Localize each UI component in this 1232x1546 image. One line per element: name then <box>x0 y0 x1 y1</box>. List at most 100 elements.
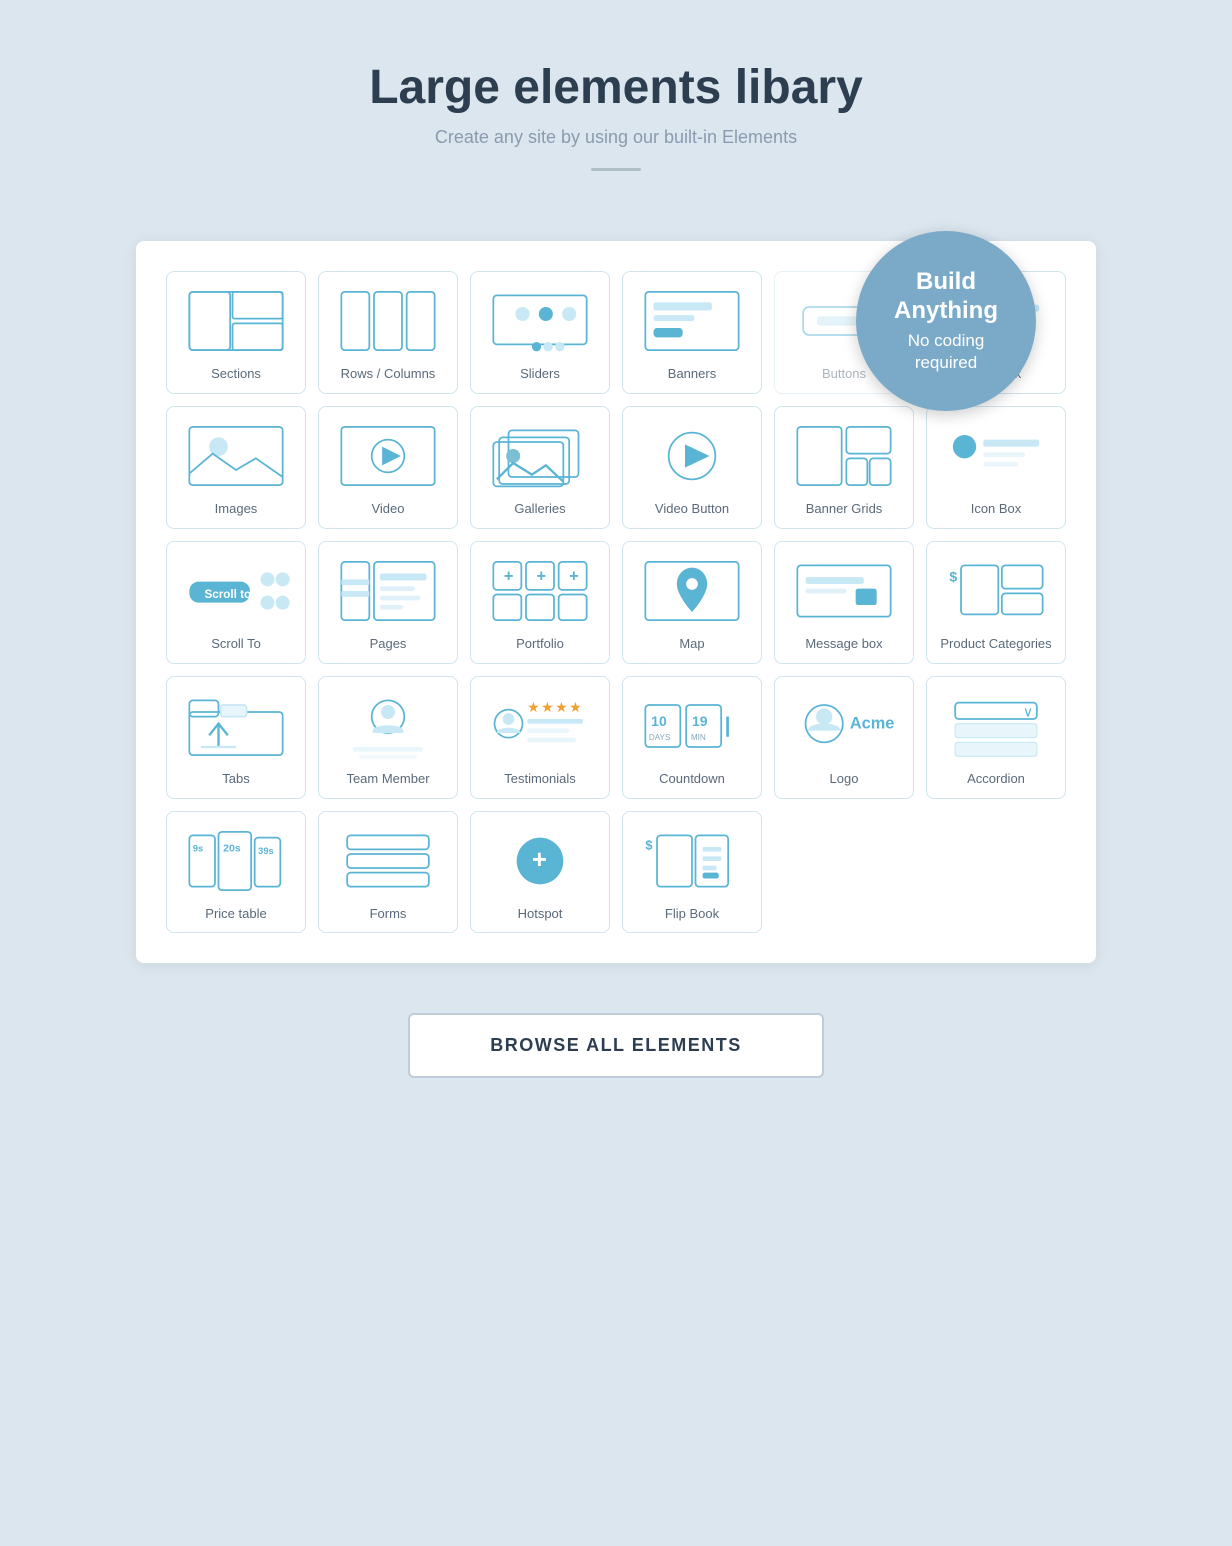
video-button-label: Video Button <box>655 501 729 518</box>
svg-text:$: $ <box>645 837 652 852</box>
element-video[interactable]: Video <box>318 406 458 529</box>
badge-line1: BuildAnything <box>894 268 998 326</box>
portfolio-label: Portfolio <box>516 636 564 653</box>
svg-text:20s: 20s <box>223 842 241 854</box>
svg-text:+: + <box>569 567 579 585</box>
tabs-label: Tabs <box>222 771 249 788</box>
element-forms[interactable]: Forms <box>318 811 458 934</box>
testimonials-icon: ★ ★ ★ ★ <box>481 691 599 761</box>
forms-label: Forms <box>370 906 407 923</box>
element-testimonials[interactable]: ★ ★ ★ ★ Testimonials <box>470 676 610 799</box>
svg-text:Scroll to: Scroll to <box>205 588 252 601</box>
element-banners[interactable]: Banners <box>622 271 762 394</box>
element-logo[interactable]: Acme Logo <box>774 676 914 799</box>
element-sliders[interactable]: Sliders <box>470 271 610 394</box>
element-sections[interactable]: Sections <box>166 271 306 394</box>
pages-label: Pages <box>370 636 407 653</box>
sections-icon <box>177 286 295 356</box>
rows-columns-icon <box>329 286 447 356</box>
page-header: Large elements libary Create any site by… <box>369 60 863 201</box>
element-video-button[interactable]: Video Button <box>622 406 762 529</box>
element-icon-box-2[interactable]: Icon Box <box>926 406 1066 529</box>
countdown-label: Countdown <box>659 771 725 788</box>
testimonials-label: Testimonials <box>504 771 576 788</box>
badge-line2: No codingrequired <box>908 330 985 374</box>
element-countdown[interactable]: 10 DAYS 19 MIN | Countdown <box>622 676 762 799</box>
library-container: BuildAnything No codingrequired Sections <box>136 241 1096 963</box>
pages-icon <box>329 556 447 626</box>
accordion-icon: ∨ <box>937 691 1055 761</box>
element-rows-columns[interactable]: Rows / Columns <box>318 271 458 394</box>
svg-text:★: ★ <box>541 699 554 715</box>
svg-text:DAYS: DAYS <box>649 733 671 742</box>
svg-text:9s: 9s <box>193 843 203 853</box>
element-map[interactable]: Map <box>622 541 762 664</box>
svg-text:★: ★ <box>569 699 582 715</box>
svg-text:+: + <box>532 846 547 874</box>
flip-book-label: Flip Book <box>665 906 719 923</box>
scroll-to-icon: Scroll to <box>177 556 295 626</box>
element-product-categories[interactable]: $ Product Categories <box>926 541 1066 664</box>
team-member-icon <box>329 691 447 761</box>
svg-text:+: + <box>504 567 514 585</box>
svg-text:★: ★ <box>527 699 540 715</box>
element-galleries[interactable]: Galleries <box>470 406 610 529</box>
product-categories-icon: $ <box>937 556 1055 626</box>
price-table-label: Price table <box>205 906 266 923</box>
video-label: Video <box>371 501 404 518</box>
logo-icon: Acme <box>785 691 903 761</box>
banners-label: Banners <box>668 366 716 383</box>
icon-box-2-icon <box>937 421 1055 491</box>
element-banner-grids[interactable]: Banner Grids <box>774 406 914 529</box>
sections-label: Sections <box>211 366 261 383</box>
forms-icon <box>329 826 447 896</box>
build-badge: BuildAnything No codingrequired <box>856 231 1036 411</box>
hotspot-label: Hotspot <box>518 906 563 923</box>
browse-btn-wrap: BROWSE ALL ELEMENTS <box>20 1013 1212 1078</box>
element-message-box[interactable]: Message box <box>774 541 914 664</box>
svg-text:10: 10 <box>651 713 667 729</box>
element-scroll-to[interactable]: Scroll to Scroll To <box>166 541 306 664</box>
svg-text:MIN: MIN <box>691 733 706 742</box>
svg-text:39s: 39s <box>258 846 274 856</box>
element-team-member[interactable]: Team Member <box>318 676 458 799</box>
galleries-icon <box>481 421 599 491</box>
svg-text:Acme: Acme <box>850 714 894 732</box>
banners-icon <box>633 286 751 356</box>
banner-grids-icon <box>785 421 903 491</box>
element-tabs[interactable]: Tabs <box>166 676 306 799</box>
accordion-label: Accordion <box>967 771 1025 788</box>
svg-text:|: | <box>725 714 731 737</box>
element-pages[interactable]: Pages <box>318 541 458 664</box>
video-button-icon <box>633 421 751 491</box>
element-hotspot[interactable]: + Hotspot <box>470 811 610 934</box>
message-box-icon <box>785 556 903 626</box>
divider <box>591 168 641 171</box>
element-price-table[interactable]: 9s 20s 39s Price table <box>166 811 306 934</box>
price-table-icon: 9s 20s 39s <box>177 826 295 896</box>
icon-box-2-label: Icon Box <box>971 501 1022 518</box>
page-title: Large elements libary <box>369 60 863 115</box>
browse-all-button[interactable]: BROWSE ALL ELEMENTS <box>408 1013 824 1078</box>
hotspot-icon: + <box>481 826 599 896</box>
images-label: Images <box>215 501 258 518</box>
element-flip-book[interactable]: $ Flip Book <box>622 811 762 934</box>
sliders-icon <box>481 286 599 356</box>
element-images[interactable]: Images <box>166 406 306 529</box>
tabs-icon <box>177 691 295 761</box>
element-accordion[interactable]: ∨ Accordion <box>926 676 1066 799</box>
svg-text:19: 19 <box>692 713 708 729</box>
flip-book-icon: $ <box>633 826 751 896</box>
svg-text:$: $ <box>949 568 957 584</box>
product-categories-label: Product Categories <box>940 636 1051 653</box>
page-subtitle: Create any site by using our built-in El… <box>369 127 863 148</box>
scroll-to-label: Scroll To <box>211 636 261 653</box>
element-portfolio[interactable]: + + + Portfolio <box>470 541 610 664</box>
svg-text:+: + <box>537 567 547 585</box>
sliders-label: Sliders <box>520 366 560 383</box>
team-member-label: Team Member <box>346 771 429 788</box>
svg-text:★: ★ <box>555 699 568 715</box>
logo-label: Logo <box>830 771 859 788</box>
map-label: Map <box>679 636 704 653</box>
rows-columns-label: Rows / Columns <box>341 366 436 383</box>
